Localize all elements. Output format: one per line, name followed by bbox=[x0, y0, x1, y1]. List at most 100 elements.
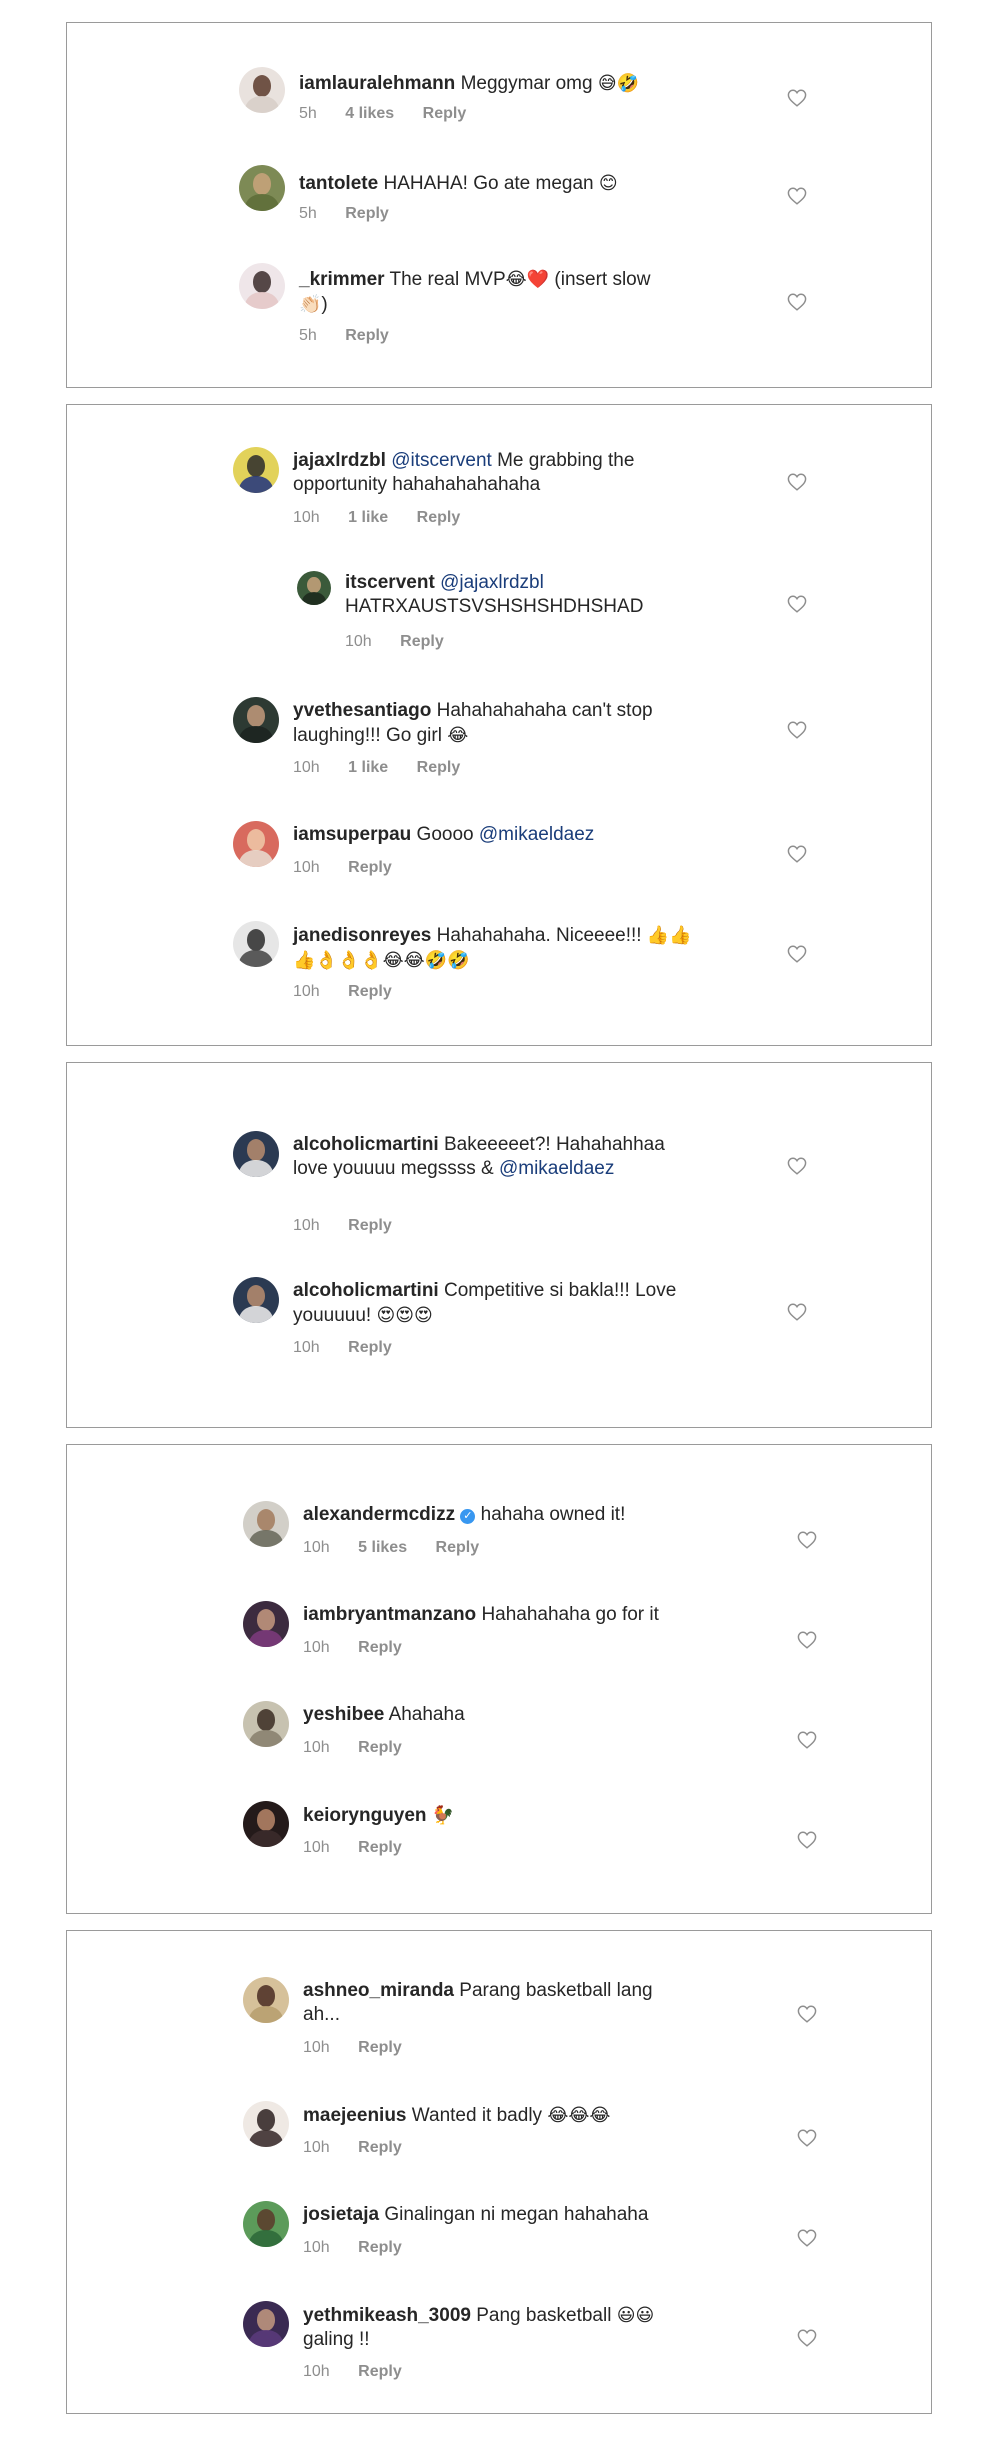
avatar[interactable] bbox=[243, 1977, 289, 2023]
heart-outline-icon[interactable] bbox=[797, 2129, 817, 2147]
heart-outline-icon[interactable] bbox=[797, 1731, 817, 1749]
reply-button[interactable]: Reply bbox=[345, 327, 389, 344]
avatar[interactable] bbox=[239, 67, 285, 113]
reply-button[interactable]: Reply bbox=[348, 859, 392, 876]
reply-button[interactable]: Reply bbox=[358, 2363, 402, 2380]
mention-link[interactable]: @mikaeldaez bbox=[499, 1158, 614, 1179]
likes-count[interactable]: 1 like bbox=[348, 759, 388, 776]
avatar[interactable] bbox=[243, 1801, 289, 1847]
avatar[interactable] bbox=[243, 2301, 289, 2347]
heart-outline-icon[interactable] bbox=[787, 1157, 807, 1175]
avatar[interactable] bbox=[243, 2201, 289, 2247]
username[interactable]: alcoholicmartini bbox=[293, 1280, 439, 1301]
reply-button[interactable]: Reply bbox=[348, 983, 392, 1000]
username[interactable]: iambryantmanzano bbox=[303, 1604, 476, 1625]
avatar[interactable] bbox=[243, 1501, 289, 1547]
heart-outline-icon[interactable] bbox=[797, 1631, 817, 1649]
likes-count[interactable]: 5 likes bbox=[358, 1539, 407, 1556]
comment: keiorynguyen 🐓 10h Reply bbox=[243, 1801, 883, 1871]
avatar[interactable] bbox=[233, 1131, 279, 1177]
avatar[interactable] bbox=[297, 571, 331, 605]
comment-time: 10h bbox=[303, 1639, 330, 1656]
heart-outline-icon[interactable] bbox=[797, 1831, 817, 1849]
reply-button[interactable]: Reply bbox=[358, 2039, 402, 2056]
username[interactable]: jajaxlrdzbl bbox=[293, 450, 386, 471]
heart-outline-icon[interactable] bbox=[787, 945, 807, 963]
comment-text: hahaha owned it! bbox=[480, 1504, 626, 1525]
likes-count[interactable]: 1 like bbox=[348, 509, 388, 526]
username[interactable]: keiorynguyen bbox=[303, 1805, 427, 1826]
username[interactable]: itscervent bbox=[345, 572, 435, 593]
comment-time: 10h bbox=[303, 2239, 330, 2256]
comment: iamlauralehmann Meggymar omg 😅🤣 5h 4 lik… bbox=[239, 67, 879, 137]
username[interactable]: iamlauralehmann bbox=[299, 73, 455, 94]
comment-emoji-2: 👏🏻 bbox=[299, 294, 322, 314]
reply-button[interactable]: Reply bbox=[345, 205, 389, 222]
comments-panel-5: ashneo_miranda Parang basketball lang ah… bbox=[66, 1930, 932, 2414]
reply-button[interactable]: Reply bbox=[358, 2239, 402, 2256]
username[interactable]: ashneo_miranda bbox=[303, 1980, 454, 2001]
comment-text: Pang basketball bbox=[476, 2305, 612, 2326]
heart-outline-icon[interactable] bbox=[787, 1303, 807, 1321]
avatar[interactable] bbox=[233, 1277, 279, 1323]
comment-time: 5h bbox=[299, 327, 317, 344]
avatar[interactable] bbox=[233, 447, 279, 493]
username[interactable]: yethmikeash_3009 bbox=[303, 2305, 471, 2326]
username[interactable]: yeshibee bbox=[303, 1704, 384, 1725]
avatar[interactable] bbox=[233, 921, 279, 967]
comments-panel-4: alexandermcdizz ✓ hahaha owned it! 10h 5… bbox=[66, 1444, 932, 1914]
username[interactable]: alcoholicmartini bbox=[293, 1134, 439, 1155]
heart-outline-icon[interactable] bbox=[787, 845, 807, 863]
avatar[interactable] bbox=[239, 263, 285, 309]
username[interactable]: _krimmer bbox=[299, 269, 385, 290]
avatar[interactable] bbox=[243, 2101, 289, 2147]
username[interactable]: janedisonreyes bbox=[293, 925, 431, 946]
mention-link[interactable]: @itscervent bbox=[391, 450, 492, 471]
avatar[interactable] bbox=[233, 821, 279, 867]
reply-button[interactable]: Reply bbox=[423, 105, 467, 122]
mention-link[interactable]: @jajaxlrdzbl bbox=[440, 572, 544, 593]
comment-time: 10h bbox=[303, 1839, 330, 1856]
reply-button[interactable]: Reply bbox=[358, 1839, 402, 1856]
username[interactable]: maejeenius bbox=[303, 2105, 407, 2126]
reply-button[interactable]: Reply bbox=[400, 633, 444, 650]
comment: jajaxlrdzbl @itscervent Me grabbing the … bbox=[233, 447, 883, 527]
comment: maejeenius Wanted it badly 😂😂😂 10h Reply bbox=[243, 2101, 883, 2171]
reply-button[interactable]: Reply bbox=[358, 2139, 402, 2156]
heart-outline-icon[interactable] bbox=[787, 721, 807, 739]
reply-button[interactable]: Reply bbox=[358, 1739, 402, 1756]
heart-outline-icon[interactable] bbox=[797, 2329, 817, 2347]
avatar[interactable] bbox=[243, 1601, 289, 1647]
reply-button[interactable]: Reply bbox=[417, 759, 461, 776]
avatar[interactable] bbox=[243, 1701, 289, 1747]
heart-outline-icon[interactable] bbox=[787, 89, 807, 107]
heart-outline-icon[interactable] bbox=[787, 595, 807, 613]
avatar[interactable] bbox=[233, 697, 279, 743]
reply-button[interactable]: Reply bbox=[348, 1339, 392, 1356]
comment-text: Hahahahaha go for it bbox=[481, 1604, 659, 1625]
username[interactable]: iamsuperpau bbox=[293, 824, 411, 845]
username[interactable]: alexandermcdizz bbox=[303, 1504, 455, 1525]
comment: janedisonreyes Hahahahaha. Niceeee!!! 👍👍… bbox=[233, 921, 883, 1011]
comment-text-continued: (insert slow bbox=[554, 269, 651, 290]
reply-button[interactable]: Reply bbox=[436, 1539, 480, 1556]
likes-count[interactable]: 4 likes bbox=[345, 105, 394, 122]
heart-outline-icon[interactable] bbox=[787, 473, 807, 491]
username[interactable]: tantolete bbox=[299, 173, 378, 194]
avatar[interactable] bbox=[239, 165, 285, 211]
mention-link[interactable]: @mikaeldaez bbox=[479, 824, 594, 845]
reply-button[interactable]: Reply bbox=[417, 509, 461, 526]
comment-text: Meggymar omg bbox=[460, 73, 593, 94]
reply-button[interactable]: Reply bbox=[348, 1217, 392, 1234]
heart-outline-icon[interactable] bbox=[797, 1531, 817, 1549]
comment: yvethesantiago Hahahahahaha can't stop l… bbox=[233, 697, 883, 777]
heart-outline-icon[interactable] bbox=[787, 293, 807, 311]
reply-button[interactable]: Reply bbox=[358, 1639, 402, 1656]
username[interactable]: yvethesantiago bbox=[293, 700, 431, 721]
heart-outline-icon[interactable] bbox=[797, 2229, 817, 2247]
heart-outline-icon[interactable] bbox=[797, 2005, 817, 2023]
comment-emoji: 😅🤣 bbox=[597, 73, 640, 93]
comment-text: Wanted it badly bbox=[411, 2105, 543, 2126]
username[interactable]: josietaja bbox=[303, 2204, 379, 2225]
heart-outline-icon[interactable] bbox=[787, 187, 807, 205]
